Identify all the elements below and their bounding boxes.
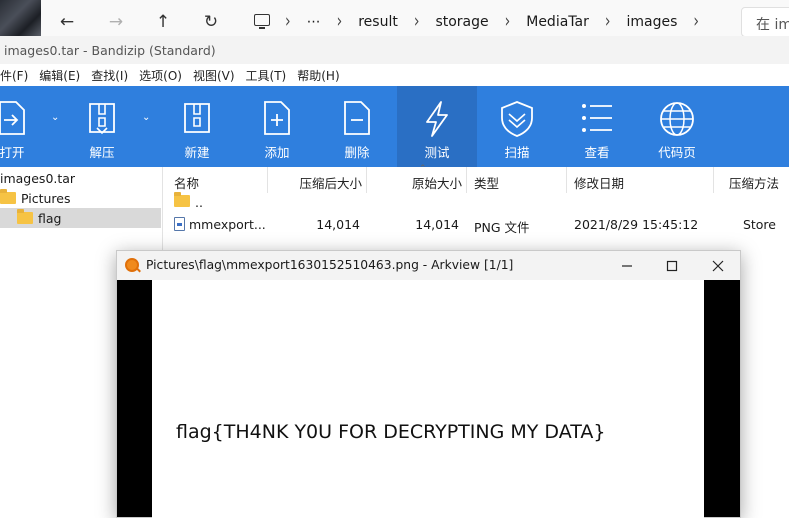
new-archive-label: 新建: [184, 145, 210, 160]
desktop-wallpaper: [0, 0, 41, 36]
tree-root[interactable]: images0.tar: [0, 168, 161, 188]
menu-edit[interactable]: 编辑(E): [39, 67, 80, 84]
scan-button[interactable]: 扫描: [477, 86, 557, 167]
refresh-icon[interactable]: ↻: [197, 8, 225, 36]
column-header-original-size-label: 原始大小: [411, 176, 462, 191]
cell-name: mmexport...: [189, 217, 266, 232]
menu-options[interactable]: 选项(O): [139, 67, 182, 84]
parent-folder-cell: ..: [174, 192, 203, 210]
view-button[interactable]: 查看: [557, 86, 637, 167]
menu-tools[interactable]: 工具(T): [246, 67, 287, 84]
close-button[interactable]: [695, 251, 740, 280]
test-label: 测试: [424, 145, 450, 160]
breadcrumb-item-result[interactable]: result: [349, 14, 407, 30]
chevron-right-icon[interactable]: ›: [598, 12, 618, 33]
chevron-right-icon[interactable]: ›: [686, 12, 706, 33]
maximize-button[interactable]: [649, 251, 694, 280]
open-icon: [0, 101, 25, 135]
image-text: flag{TH4NK Y0U FOR DECRYPTING MY DATA}: [176, 421, 606, 443]
back-arrow-icon[interactable]: ←: [53, 8, 81, 36]
arkview-logo-icon: [125, 258, 139, 272]
new-archive-icon: [184, 103, 210, 133]
extract-button[interactable]: 解压: [62, 86, 142, 167]
codepage-label: 代码页: [658, 145, 696, 160]
window-title: images0.tar - Bandizip (Standard): [0, 36, 789, 64]
delete-icon: [344, 101, 370, 135]
toolbar: 打开 ⌄ 解压 ⌄ 新建 添加 删除 测试 扫描 查看 代码页: [0, 86, 789, 167]
extract-icon: [89, 103, 115, 135]
breadcrumb-ellipsis[interactable]: ⋯: [298, 14, 330, 30]
chevron-right-icon[interactable]: ›: [498, 12, 518, 33]
chevron-down-icon[interactable]: ⌄: [51, 112, 59, 123]
maximize-icon: [666, 260, 677, 271]
folder-icon: [0, 189, 16, 204]
menu-file[interactable]: 件(F): [0, 67, 28, 84]
sort-indicator-icon: ⌃: [419, 164, 427, 174]
chevron-right-icon[interactable]: ›: [278, 12, 298, 33]
png-file-icon: [174, 217, 185, 231]
column-header-type[interactable]: 类型: [467, 167, 567, 193]
arkview-title: Pictures\flag\mmexport1630152510463.png …: [146, 258, 514, 272]
column-header-name[interactable]: 名称: [166, 167, 268, 193]
image-preview: flag{TH4NK Y0U FOR DECRYPTING MY DATA}: [152, 280, 704, 518]
add-label: 添加: [264, 145, 290, 160]
add-icon: [264, 101, 290, 135]
menu-find[interactable]: 查找(I): [91, 67, 128, 84]
up-arrow-icon[interactable]: ↑: [149, 8, 177, 36]
search-input[interactable]: 在 im: [741, 7, 789, 37]
arkview-title-bar: Pictures\flag\mmexport1630152510463.png …: [117, 251, 740, 280]
forward-arrow-icon[interactable]: →: [102, 8, 130, 36]
cell-original-size: 14,014: [415, 217, 459, 232]
menu-bar: 件(F) 编辑(E) 查找(I) 选项(O) 视图(V) 工具(T) 帮助(H): [0, 64, 789, 86]
tree-item-pictures[interactable]: Pictures: [0, 188, 161, 208]
tree-item-label: flag: [38, 210, 62, 226]
column-header-modified[interactable]: 修改日期: [567, 167, 714, 193]
extract-label: 解压: [89, 145, 115, 160]
table-row[interactable]: mmexport... 14,014 14,014 PNG 文件 2021/8/…: [166, 214, 789, 235]
folder-icon: [174, 192, 190, 207]
chevron-down-icon[interactable]: ⌄: [142, 112, 150, 123]
breadcrumb-item-images[interactable]: images: [617, 14, 686, 30]
delete-button[interactable]: 删除: [317, 86, 397, 167]
chevron-right-icon[interactable]: ›: [407, 12, 427, 33]
new-archive-button[interactable]: 新建: [157, 86, 237, 167]
tree-item-label: Pictures: [21, 190, 71, 206]
codepage-button[interactable]: 代码页: [637, 86, 717, 167]
column-header-packed-size[interactable]: 压缩后大小: [268, 167, 367, 193]
codepage-globe-icon: [660, 102, 694, 136]
chevron-right-icon[interactable]: ›: [330, 12, 350, 33]
test-button[interactable]: 测试: [397, 86, 477, 167]
cell-packed-size: 14,014: [316, 217, 360, 232]
menu-view[interactable]: 视图(V): [193, 67, 235, 84]
breadcrumb: › ⋯ › result › storage › MediaTar › imag…: [250, 8, 706, 36]
folder-icon: [17, 209, 33, 224]
cell-name-wrap: mmexport...: [174, 217, 266, 232]
cell-method: Store: [742, 217, 776, 232]
minimize-button[interactable]: [604, 251, 649, 280]
view-list-icon: [582, 104, 612, 132]
cell-name: ..: [195, 195, 203, 210]
open-label: 打开: [0, 145, 25, 160]
menu-help[interactable]: 帮助(H): [297, 67, 339, 84]
arkview-window: Pictures\flag\mmexport1630152510463.png …: [116, 250, 741, 518]
cell-modified: 2021/8/29 15:45:12: [574, 217, 699, 232]
table-row[interactable]: ..: [166, 192, 789, 212]
breadcrumb-item-mediatar[interactable]: MediaTar: [517, 14, 598, 30]
column-header-original-size[interactable]: ⌃ 原始大小: [367, 164, 467, 193]
view-label: 查看: [584, 145, 610, 160]
tree-item-flag[interactable]: flag: [0, 208, 161, 228]
scan-shield-icon: [501, 101, 533, 137]
scan-label: 扫描: [504, 145, 530, 160]
open-button[interactable]: 打开: [0, 86, 52, 167]
cell-type: PNG 文件: [474, 220, 530, 235]
tree-root-label: images0.tar: [0, 170, 76, 186]
minimize-icon: [621, 264, 632, 267]
column-header-method[interactable]: 压缩方法: [714, 167, 789, 193]
delete-label: 删除: [344, 145, 370, 160]
breadcrumb-item-storage[interactable]: storage: [426, 14, 497, 30]
test-lightning-icon: [426, 101, 448, 137]
close-icon: [712, 260, 723, 271]
add-button[interactable]: 添加: [237, 86, 317, 167]
